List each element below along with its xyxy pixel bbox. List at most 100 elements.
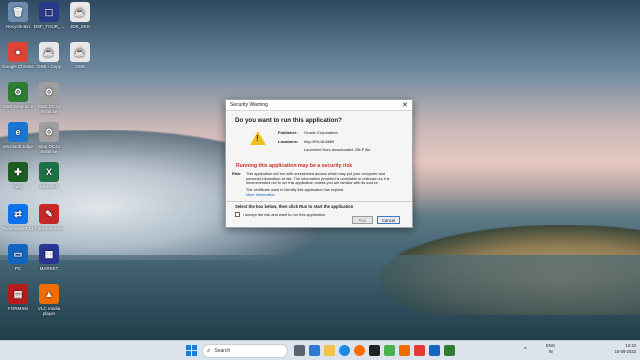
search-placeholder: Search bbox=[214, 348, 231, 354]
desktop-icon[interactable]: ⚙ Start Gear Icon bbox=[1, 82, 35, 109]
desktop-icon-image: ☕ bbox=[70, 42, 90, 62]
task-view-icon[interactable] bbox=[294, 345, 305, 356]
windows-start-icon[interactable] bbox=[186, 345, 197, 356]
desktop-icon-image: ☕ bbox=[70, 2, 90, 22]
locations-label: Locations: bbox=[278, 139, 299, 144]
desktop-icon-image: ▲ bbox=[39, 284, 59, 304]
desktop-icon-image: ⬚ bbox=[39, 2, 59, 22]
app-green-icon[interactable] bbox=[444, 345, 455, 356]
desktop-icon[interactable]: ✎ Forms Builder bbox=[32, 204, 66, 231]
desktop-icon[interactable]: 🗑 Recycle Bin bbox=[1, 2, 35, 29]
dialog-titlebar: Security Warning ✕ bbox=[226, 100, 412, 111]
chevron-up-icon[interactable]: ^ bbox=[524, 347, 527, 353]
desktop-icon[interactable]: ▤ FORMS6i bbox=[1, 284, 35, 311]
taskbar-search-box[interactable]: ⌕ Search bbox=[202, 344, 288, 358]
desktop-icon[interactable]: ▦ MARKET bbox=[32, 244, 66, 271]
edge-icon[interactable] bbox=[339, 345, 350, 356]
close-icon[interactable]: ✕ bbox=[402, 102, 408, 109]
desktop-icon[interactable]: ⚙ Start OC4J Instance bbox=[32, 82, 66, 114]
accept-risk-label[interactable]: I accept the risk and want to run this a… bbox=[243, 212, 326, 217]
desktop-icon[interactable]: ✚ Tally bbox=[1, 162, 35, 189]
app-red-icon[interactable] bbox=[414, 345, 425, 356]
desktop-icon-image: e bbox=[8, 122, 28, 142]
desktop-icon-image: ⚙ bbox=[8, 82, 28, 102]
language-indicator[interactable]: ENG IN bbox=[546, 343, 555, 355]
desktop-icon[interactable]: ☕ JDK_5KD bbox=[63, 2, 97, 29]
desktop-icon-label: Microsoft bbox=[39, 184, 59, 189]
desktop-icon-image: ✎ bbox=[39, 204, 59, 224]
desktop-icon-label: OSB bbox=[75, 64, 85, 69]
dialog-heading: Do you want to run this application? bbox=[235, 117, 342, 124]
cancel-button[interactable]: Cancel bbox=[377, 216, 400, 224]
desktop-icon-image: ▤ bbox=[8, 284, 28, 304]
risk-label: Risk: bbox=[232, 172, 242, 176]
dialog-title: Security Warning bbox=[230, 102, 268, 108]
launched-from-text: Launched from downloaded JNLP file bbox=[304, 147, 371, 152]
desktop-icon-label: PC bbox=[14, 266, 22, 271]
desktop-icon-label: Tally bbox=[13, 184, 23, 189]
desktop-icon-image: ☕ bbox=[39, 42, 59, 62]
desktop-icon[interactable]: ⚙ Stop OC4J Instance bbox=[32, 122, 66, 154]
desktop-icon-image: ▦ bbox=[39, 244, 59, 264]
desktop-icon-image: 🗑 bbox=[8, 2, 28, 22]
desktop-icon-label: JDK_5KD bbox=[70, 24, 90, 29]
firefox-icon[interactable] bbox=[354, 345, 365, 356]
security-warning-dialog: Security Warning ✕ Do you want to run th… bbox=[225, 99, 413, 228]
locations-value: http://RAJA:8889 bbox=[304, 139, 335, 144]
desktop-icon[interactable]: X Microsoft bbox=[32, 162, 66, 189]
certificate-text: The certificate used to identify this ap… bbox=[246, 187, 345, 192]
instruction-text: Select the box below, then click Run to … bbox=[235, 204, 354, 210]
desktop-icon[interactable]: ▭ PC bbox=[1, 244, 35, 271]
risk-text: This application will run with unrestric… bbox=[246, 172, 390, 186]
wallpaper-lake bbox=[0, 255, 640, 340]
desktop-icon-image: ✚ bbox=[8, 162, 28, 182]
system-clock[interactable]: 12:42 10-09-2023 bbox=[615, 343, 636, 355]
desktop-icon-label: Recycle Bin bbox=[6, 24, 30, 29]
desktop-icon-label: OSB - Copy bbox=[36, 64, 61, 69]
desktop-icon-label: VLC media player bbox=[37, 306, 61, 316]
run-button[interactable]: Run bbox=[352, 216, 373, 224]
desktop-icon-label: Microsoft Edge bbox=[2, 144, 33, 149]
risk-title: Running this application may be a securi… bbox=[236, 163, 353, 169]
desktop-icon[interactable]: ▲ VLC media player bbox=[32, 284, 66, 316]
app-blue-icon[interactable] bbox=[429, 345, 440, 356]
publisher-row: Publisher: Oracle Corporation bbox=[278, 130, 338, 135]
desktop-icon-label: Start Gear Icon bbox=[2, 104, 34, 109]
desktop-icon-image: ⇄ bbox=[8, 204, 28, 224]
desktop-icon[interactable]: ⇄ TeamViewer 13 bbox=[1, 204, 35, 231]
desktop-icon-label: TeamViewer 13 bbox=[2, 226, 34, 231]
locations-row: Locations: http://RAJA:8889 bbox=[278, 139, 334, 144]
warning-icon: ! bbox=[250, 131, 266, 145]
dialog-divider bbox=[226, 201, 412, 203]
desktop-icon-label: FORMS6i bbox=[8, 306, 28, 311]
desktop-icon-image: ⚙ bbox=[39, 82, 59, 102]
file-explorer-icon[interactable] bbox=[324, 345, 335, 356]
desktop-icon-label: Stop OC4J Instance bbox=[37, 144, 60, 154]
terminal-icon[interactable] bbox=[369, 345, 380, 356]
desktop-icon-label: MARKET bbox=[39, 266, 59, 271]
desktop-icon-label: DSF_TOUR_... bbox=[33, 24, 65, 29]
vlc-icon[interactable] bbox=[399, 345, 410, 356]
clock-date: 10-09-2023 bbox=[614, 349, 636, 354]
accept-risk-checkbox[interactable] bbox=[235, 212, 240, 218]
desktop-icon[interactable]: ⬚ DSF_TOUR_... bbox=[32, 2, 66, 29]
publisher-value: Oracle Corporation bbox=[304, 130, 338, 135]
desktop-icon-image: ⚙ bbox=[39, 122, 59, 142]
more-information-link[interactable]: More Information bbox=[246, 193, 406, 197]
desktop-icon-image: ▭ bbox=[8, 244, 28, 264]
desktop-icon-image: ● bbox=[8, 42, 28, 62]
search-icon: ⌕ bbox=[207, 347, 211, 354]
desktop-icon-label: Forms Builder bbox=[34, 226, 63, 231]
desktop-icon[interactable]: ☕ OSB bbox=[63, 42, 97, 69]
app-icon[interactable] bbox=[384, 345, 395, 356]
desktop-icon[interactable]: ☕ OSB - Copy bbox=[32, 42, 66, 69]
desktop-icon[interactable]: ● Google Chrome bbox=[1, 42, 35, 69]
desktop-icon-image: X bbox=[39, 162, 59, 182]
taskbar: ⌕ Search ^ ENG IN 12:42 10-09-2023 bbox=[0, 340, 640, 360]
desktop-icon[interactable]: e Microsoft Edge bbox=[1, 122, 35, 149]
teams-chat-icon[interactable] bbox=[309, 345, 320, 356]
lang-bottom: IN bbox=[548, 349, 553, 354]
desktop-icon-label: Start OC4J Instance bbox=[37, 104, 61, 114]
publisher-label: Publisher: bbox=[278, 130, 298, 135]
desktop-icon-label: Google Chrome bbox=[2, 64, 34, 69]
